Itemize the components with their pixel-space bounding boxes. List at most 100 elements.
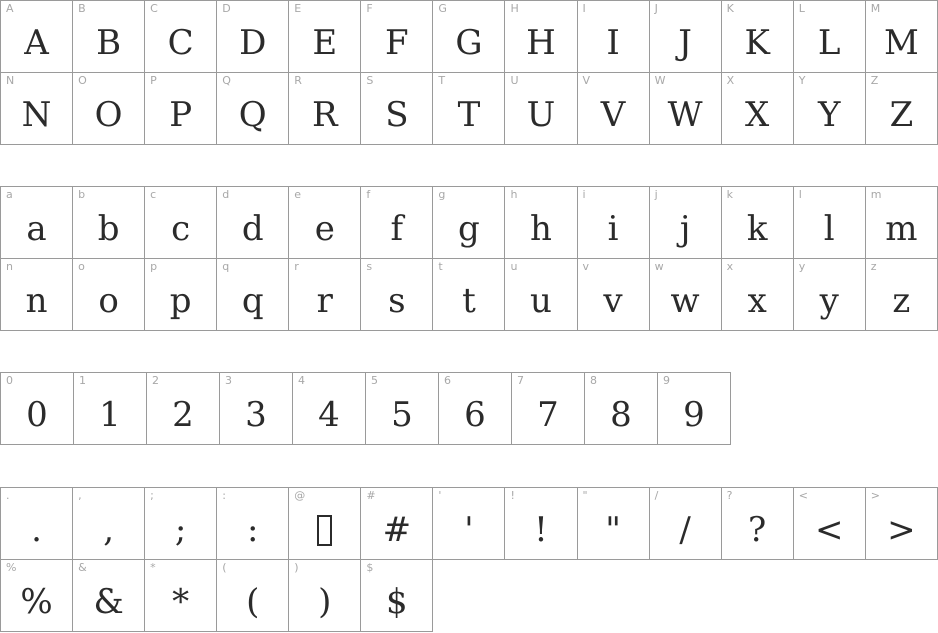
char-cell[interactable]: / /	[648, 487, 722, 560]
char-cell-glyph: ?	[748, 510, 767, 550]
char-cell[interactable]: HH	[504, 0, 578, 73]
char-cell[interactable]: mm	[864, 186, 938, 259]
char-cell[interactable]: GG	[432, 0, 506, 73]
char-cell-inner: ::	[217, 488, 288, 559]
char-cell[interactable]: " "	[576, 487, 650, 560]
char-cell[interactable]: ;;	[144, 487, 218, 560]
char-cell[interactable]: bb	[72, 186, 146, 259]
char-cell[interactable]: VV	[576, 72, 650, 145]
char-cell[interactable]: ss	[360, 258, 434, 331]
char-cell[interactable]: oo	[72, 258, 146, 331]
char-cell[interactable]: cc	[144, 186, 218, 259]
char-cell-label: M	[870, 2, 881, 15]
char-cell[interactable]: LL	[792, 0, 866, 73]
char-cell[interactable]: WW	[648, 72, 722, 145]
char-cell[interactable]: ZZ	[864, 72, 938, 145]
char-cell[interactable]: < <	[792, 487, 866, 560]
char-cell[interactable]: qq	[216, 258, 290, 331]
char-cell[interactable]: ww	[648, 258, 722, 331]
char-cell[interactable]: NN	[0, 72, 74, 145]
char-cell[interactable]: kk	[720, 186, 794, 259]
char-cell[interactable]: JJ	[648, 0, 722, 73]
charmap-row: aabbccddeeffgghhiijjkkllmm	[0, 186, 938, 259]
char-cell-glyph: X	[745, 95, 770, 135]
char-cell-inner: XX	[722, 73, 793, 144]
char-cell[interactable]: QQ	[216, 72, 290, 145]
char-cell[interactable]: zz	[864, 258, 938, 331]
char-cell-label: 2	[152, 374, 159, 387]
char-cell[interactable]: ' '	[432, 487, 506, 560]
char-cell[interactable]: hh	[504, 186, 578, 259]
char-cell[interactable]: EE	[288, 0, 362, 73]
char-cell[interactable]: ff	[360, 186, 434, 259]
char-cell[interactable]: 88	[584, 372, 658, 445]
char-cell[interactable]: MM	[864, 0, 938, 73]
char-cell[interactable]: vv	[576, 258, 650, 331]
char-cell[interactable]: aa	[0, 186, 74, 259]
char-cell[interactable]: ((	[216, 559, 290, 632]
char-cell[interactable]: SS	[360, 72, 434, 145]
char-cell[interactable]: 55	[365, 372, 439, 445]
char-cell[interactable]: !!	[504, 487, 578, 560]
char-cell[interactable]: 66	[438, 372, 512, 445]
char-cell[interactable]: pp	[144, 258, 218, 331]
char-cell[interactable]: & &	[72, 559, 146, 632]
char-cell[interactable]: dd	[216, 186, 290, 259]
char-cell[interactable]: * *	[144, 559, 218, 632]
char-cell-glyph: 6	[464, 395, 486, 435]
char-cell[interactable]: %%	[0, 559, 74, 632]
char-cell[interactable]: UU	[504, 72, 578, 145]
char-cell[interactable]: ..	[0, 487, 74, 560]
char-cell-inner: & &	[73, 560, 144, 631]
char-cell[interactable]: 22	[146, 372, 220, 445]
char-cell[interactable]: XX	[720, 72, 794, 145]
char-cell-inner: DD	[217, 1, 288, 72]
char-cell-inner: 00	[1, 373, 73, 444]
char-cell[interactable]: II	[576, 0, 650, 73]
char-cell[interactable]: 99	[657, 372, 731, 445]
char-cell[interactable]: TT	[432, 72, 506, 145]
char-cell[interactable]: 44	[292, 372, 366, 445]
char-cell[interactable]: tt	[432, 258, 506, 331]
char-cell-label: *	[150, 561, 156, 574]
char-cell[interactable]: ee	[288, 186, 362, 259]
char-cell[interactable]: ??	[720, 487, 794, 560]
char-cell[interactable]: uu	[504, 258, 578, 331]
char-cell[interactable]: RR	[288, 72, 362, 145]
char-cell[interactable]: jj	[648, 186, 722, 259]
char-cell[interactable]: ::	[216, 487, 290, 560]
char-cell[interactable]: > >	[864, 487, 938, 560]
char-cell[interactable]: BB	[72, 0, 146, 73]
char-cell-inner: AA	[1, 1, 72, 72]
char-cell[interactable]: FF	[360, 0, 434, 73]
char-cell[interactable]: OO	[72, 72, 146, 145]
char-cell[interactable]: yy	[792, 258, 866, 331]
char-cell[interactable]: $ $	[360, 559, 434, 632]
char-cell[interactable]: YY	[792, 72, 866, 145]
char-cell-label: F	[366, 2, 373, 15]
char-cell[interactable]: PP	[144, 72, 218, 145]
char-cell[interactable]: 00	[0, 372, 74, 445]
char-cell-glyph: c	[171, 209, 191, 249]
char-cell[interactable]: gg	[432, 186, 506, 259]
char-cell[interactable]: nn	[0, 258, 74, 331]
char-cell-inner: kk	[722, 187, 793, 258]
char-cell[interactable]: 33	[219, 372, 293, 445]
char-cell[interactable]: 11	[73, 372, 147, 445]
char-cell[interactable]: 77	[511, 372, 585, 445]
char-cell-label: @	[294, 489, 306, 502]
char-cell[interactable]: ,,	[72, 487, 146, 560]
char-cell[interactable]: @	[288, 487, 362, 560]
char-cell[interactable]: KK	[720, 0, 794, 73]
char-cell[interactable]: ll	[792, 186, 866, 259]
char-cell[interactable]: xx	[720, 258, 794, 331]
char-cell[interactable]: rr	[288, 258, 362, 331]
char-cell[interactable]: DD	[216, 0, 290, 73]
char-cell[interactable]: ))	[288, 559, 362, 632]
char-cell[interactable]: # #	[360, 487, 434, 560]
char-cell-inner: OO	[73, 73, 144, 144]
char-cell-label: A	[6, 2, 14, 15]
char-cell[interactable]: ii	[576, 186, 650, 259]
char-cell[interactable]: CC	[144, 0, 218, 73]
char-cell[interactable]: AA	[0, 0, 74, 73]
